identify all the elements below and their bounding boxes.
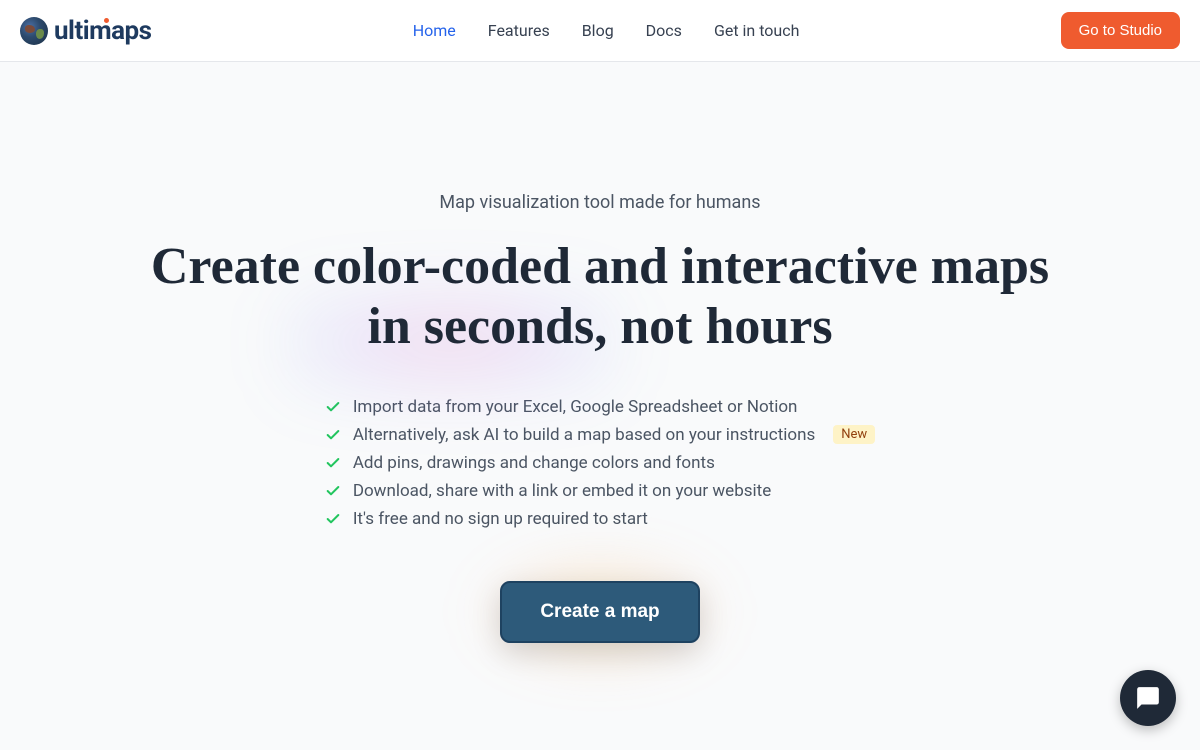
chat-icon <box>1135 685 1161 711</box>
chat-widget-button[interactable] <box>1120 670 1176 726</box>
new-badge: New <box>833 425 875 444</box>
feature-text: It's free and no sign up required to sta… <box>353 509 648 529</box>
globe-icon <box>20 17 48 45</box>
feature-text: Alternatively, ask AI to build a map bas… <box>353 425 815 445</box>
nav-docs[interactable]: Docs <box>646 21 682 40</box>
feature-item: It's free and no sign up required to sta… <box>325 509 875 529</box>
check-icon <box>325 455 341 471</box>
feature-item: Download, share with a link or embed it … <box>325 481 875 501</box>
site-header: ultimaps Home Features Blog Docs Get in … <box>0 0 1200 62</box>
check-icon <box>325 427 341 443</box>
primary-nav: Home Features Blog Docs Get in touch <box>152 21 1061 40</box>
hero-headline: Create color-coded and interactive maps … <box>0 237 1200 357</box>
check-icon <box>325 511 341 527</box>
feature-text: Download, share with a link or embed it … <box>353 481 771 501</box>
nav-blog[interactable]: Blog <box>582 21 614 40</box>
hero-section: Map visualization tool made for humans C… <box>0 62 1200 643</box>
nav-features[interactable]: Features <box>488 21 550 40</box>
brand-logo[interactable]: ultimaps <box>20 16 152 46</box>
feature-item: Add pins, drawings and change colors and… <box>325 453 875 473</box>
logo-accent-dot <box>104 18 109 23</box>
brand-name: ultimaps <box>54 16 152 46</box>
feature-item: Alternatively, ask AI to build a map bas… <box>325 425 875 445</box>
create-map-button[interactable]: Create a map <box>500 581 699 643</box>
cta-container: Create a map <box>500 581 699 643</box>
check-icon <box>325 483 341 499</box>
feature-text: Add pins, drawings and change colors and… <box>353 453 715 473</box>
go-to-studio-button[interactable]: Go to Studio <box>1061 12 1180 49</box>
nav-home[interactable]: Home <box>413 21 456 40</box>
feature-list: Import data from your Excel, Google Spre… <box>325 397 875 537</box>
hero-tagline: Map visualization tool made for humans <box>0 192 1200 213</box>
nav-contact[interactable]: Get in touch <box>714 21 800 40</box>
